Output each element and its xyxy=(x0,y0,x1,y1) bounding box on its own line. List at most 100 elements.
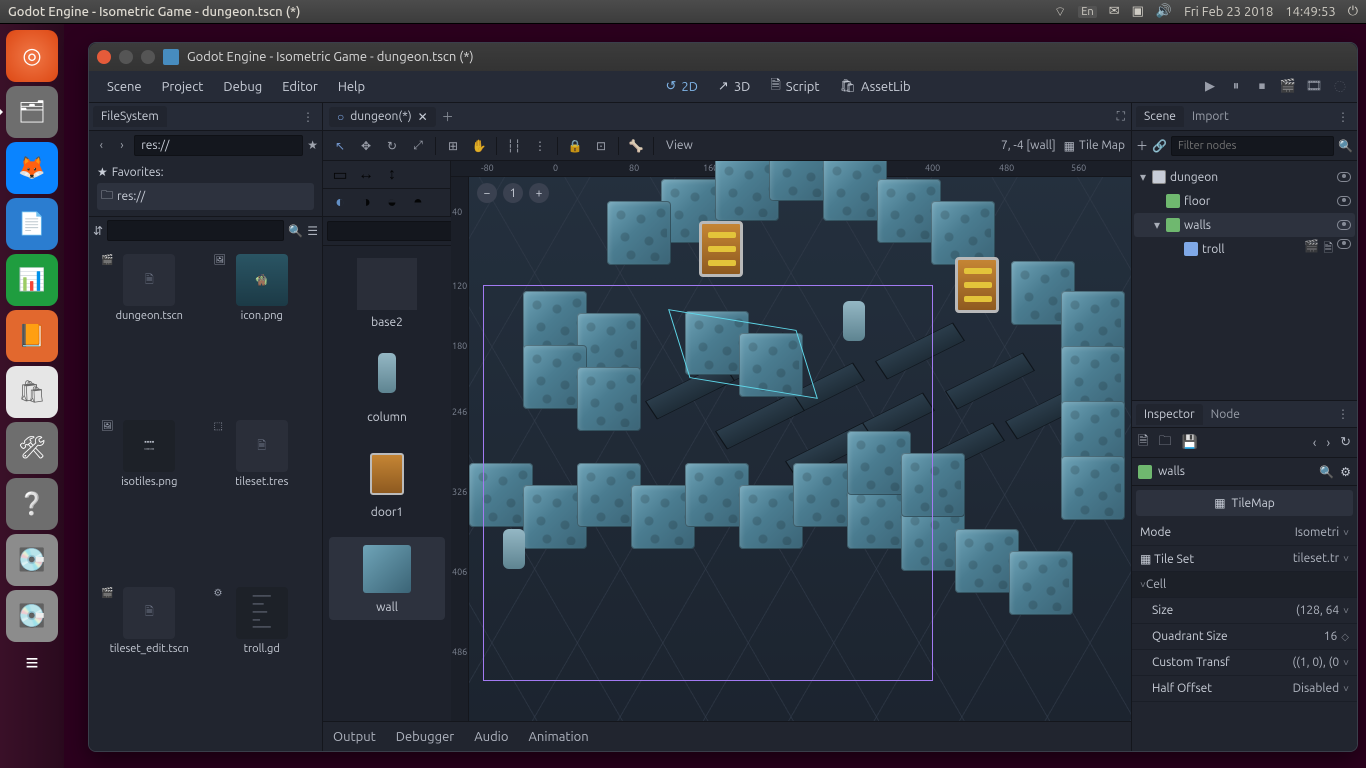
rotate-180-icon[interactable]: ◒ xyxy=(381,192,403,214)
property-row[interactable]: ModeIsometri˅ xyxy=(1132,520,1357,546)
tree-node-troll[interactable]: troll🎬🗎 xyxy=(1134,237,1355,261)
bottom-debugger-tab[interactable]: Debugger xyxy=(396,730,454,744)
flip-h-icon[interactable]: ↔ xyxy=(355,164,377,186)
launcher-overflow[interactable]: ≡ xyxy=(6,646,58,680)
play-custom-button[interactable]: 🎞 xyxy=(1305,79,1323,94)
mail-icon[interactable]: ✉ xyxy=(1109,4,1120,19)
property-row[interactable]: ▦ Tile Settileset.tr˅ xyxy=(1132,546,1357,572)
launcher-dash[interactable]: ◎ xyxy=(6,30,58,82)
lock-icon[interactable]: 🔒 xyxy=(564,135,586,157)
property-row[interactable]: Custom Transf((1, 0), (0˅ xyxy=(1132,650,1357,676)
launcher-help[interactable]: ❔ xyxy=(6,478,58,530)
launcher-drive-2[interactable]: 💽 xyxy=(6,590,58,642)
load-resource-icon[interactable]: 🗀 xyxy=(1158,432,1171,454)
play-button[interactable]: ▶ xyxy=(1201,79,1219,94)
launcher-files[interactable]: 🗂 xyxy=(6,86,58,138)
scene-tab[interactable]: ○ dungeon(*) ✕ xyxy=(329,107,436,127)
collapse-icon[interactable]: ⇲ xyxy=(1357,139,1358,153)
menu-editor[interactable]: Editor xyxy=(272,80,328,94)
launcher-software[interactable]: 🛍 xyxy=(6,366,58,418)
window-min-button[interactable] xyxy=(119,50,133,64)
bottom-output-tab[interactable]: Output xyxy=(333,730,376,744)
launcher-drive-1[interactable]: 💽 xyxy=(6,534,58,586)
visibility-icon[interactable] xyxy=(1337,239,1351,249)
tile-item[interactable]: base2 xyxy=(329,252,445,335)
import-dock-tab[interactable]: Import xyxy=(1184,106,1237,127)
property-section-cell[interactable]: ˅Cell xyxy=(1132,572,1357,598)
session-icon[interactable]: ⏻ xyxy=(1348,4,1358,19)
rotate-tool-icon[interactable]: ↻ xyxy=(381,135,403,157)
distraction-free-icon[interactable]: ⛶ xyxy=(1117,110,1125,124)
play-scene-button[interactable]: 🎬 xyxy=(1279,79,1297,94)
flip-v-icon[interactable]: ↕ xyxy=(381,164,403,186)
pause-button[interactable]: ⏸ xyxy=(1227,79,1245,94)
bottom-animation-tab[interactable]: Animation xyxy=(528,730,588,744)
2d-viewport[interactable]: -80080160240320400480560 401201802463264… xyxy=(451,161,1131,721)
fs-path-input[interactable] xyxy=(134,135,303,156)
menu-scene[interactable]: Scene xyxy=(97,80,152,94)
tree-node-floor[interactable]: floor xyxy=(1134,189,1355,213)
search-icon[interactable]: 🔍 xyxy=(1338,139,1353,153)
history-forward-icon[interactable]: › xyxy=(1326,436,1330,450)
list-select-icon[interactable]: ⊞ xyxy=(442,135,464,157)
group-icon[interactable]: ⊡ xyxy=(590,135,612,157)
add-node-button[interactable]: ＋ xyxy=(1136,137,1148,154)
tile-item[interactable]: door1 xyxy=(329,442,445,525)
select-tool-icon[interactable]: ↖ xyxy=(329,135,351,157)
object-options-icon[interactable]: ⚙ xyxy=(1340,465,1351,479)
history-icon[interactable]: ↻ xyxy=(1340,435,1351,450)
scene-link-icon[interactable]: 🎬 xyxy=(1304,239,1319,260)
scene-dock-options-icon[interactable]: ⋮ xyxy=(1333,110,1353,124)
node-tab[interactable]: Node xyxy=(1203,404,1248,425)
property-row[interactable]: Half OffsetDisabled˅ xyxy=(1132,676,1357,702)
tile-item[interactable]: column xyxy=(329,347,445,430)
bone-icon[interactable]: 🦴 xyxy=(625,135,647,157)
window-max-button[interactable] xyxy=(141,50,155,64)
history-back-icon[interactable]: ‹ xyxy=(1313,436,1317,450)
file-item[interactable]: ⚙━━━━━━━━━━━━━━━━━━━troll.gd xyxy=(208,583,317,745)
launcher-firefox[interactable]: 🦊 xyxy=(6,142,58,194)
instance-scene-button[interactable]: 🔗 xyxy=(1152,139,1167,153)
fs-root-item[interactable]: 🗀res:// xyxy=(97,183,314,210)
launcher-settings[interactable]: 🛠 xyxy=(6,422,58,474)
filter-nodes-input[interactable] xyxy=(1171,136,1334,156)
file-item[interactable]: 🖼🧌icon.png xyxy=(208,250,317,412)
fs-search-input[interactable] xyxy=(107,220,284,241)
launcher-calc[interactable]: 📊 xyxy=(6,254,58,306)
file-item[interactable]: 🖼▪▪▪▪▫▫▫▫isotiles.png xyxy=(95,416,204,578)
filesystem-options-icon[interactable]: ⋮ xyxy=(298,110,318,124)
add-tab-button[interactable]: ＋ xyxy=(442,108,454,125)
launcher-impress[interactable]: 📙 xyxy=(6,310,58,362)
search-icon[interactable]: 🔍 xyxy=(288,224,303,238)
inspector-options-icon[interactable]: ⋮ xyxy=(1333,407,1353,421)
fs-tree-toggle-icon[interactable]: ⇵ xyxy=(93,224,103,238)
language-indicator[interactable]: En xyxy=(1078,6,1096,18)
fs-favorite-icon[interactable]: ★ xyxy=(307,138,318,152)
fs-view-toggle-icon[interactable]: ☰ xyxy=(307,224,318,238)
tile-item-selected[interactable]: wall xyxy=(329,537,445,620)
bottom-audio-tab[interactable]: Audio xyxy=(474,730,508,744)
battery-icon[interactable]: ▣ xyxy=(1132,4,1144,19)
visibility-icon[interactable] xyxy=(1337,220,1351,230)
window-close-button[interactable] xyxy=(97,50,111,64)
fs-back-button[interactable]: ‹ xyxy=(93,139,110,152)
tree-node-root[interactable]: ▾dungeon xyxy=(1134,165,1355,189)
tilemap-menu[interactable]: ▦Tile Map xyxy=(1064,139,1125,153)
visibility-icon[interactable] xyxy=(1337,172,1351,182)
new-resource-icon[interactable]: 🗎 xyxy=(1138,432,1148,454)
menu-project[interactable]: Project xyxy=(152,80,214,94)
workspace-assetlib-button[interactable]: 🛍AssetLib xyxy=(829,72,920,102)
paint-tool-icon[interactable]: ▭ xyxy=(329,164,351,186)
rotate-270-icon[interactable]: ◓ xyxy=(407,192,429,214)
pan-tool-icon[interactable]: ✋ xyxy=(468,135,490,157)
workspace-2d-button[interactable]: ↺2D xyxy=(656,72,708,102)
file-item[interactable]: ⬚🗎tileset.tres xyxy=(208,416,317,578)
ruler-icon[interactable]: ┆┆ xyxy=(503,135,525,157)
workspace-script-button[interactable]: 🗎Script xyxy=(760,72,829,102)
menu-debug[interactable]: Debug xyxy=(213,80,272,94)
rotate-left-icon[interactable]: ◐ xyxy=(329,192,351,214)
property-row[interactable]: Quadrant Size16◇ xyxy=(1132,624,1357,650)
scene-dock-tab[interactable]: Scene xyxy=(1136,106,1184,127)
close-tab-icon[interactable]: ✕ xyxy=(418,110,428,124)
visibility-icon[interactable] xyxy=(1337,196,1351,206)
